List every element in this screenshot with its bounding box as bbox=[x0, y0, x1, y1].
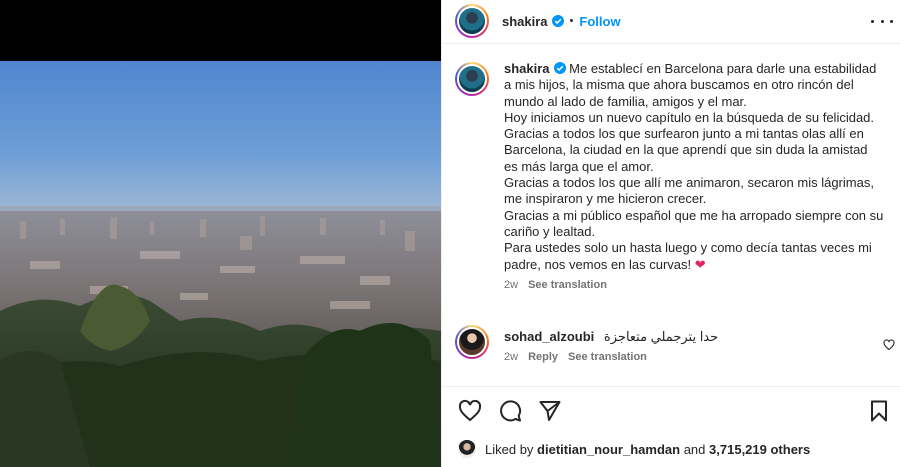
caption-age: 2w bbox=[504, 278, 519, 291]
likes-conjunction: and bbox=[683, 441, 706, 457]
reply-button[interactable]: Reply bbox=[528, 351, 558, 363]
separator-dot: • bbox=[569, 15, 574, 27]
verified-badge-icon bbox=[553, 62, 566, 74]
comment-age: 2w bbox=[504, 351, 519, 363]
comment-icon[interactable] bbox=[498, 399, 522, 423]
barcelona-cityscape-photo bbox=[0, 61, 441, 467]
verified-badge-icon bbox=[551, 15, 564, 27]
comment-text: حدا يترجملي متعاجزة bbox=[603, 329, 719, 344]
post-media[interactable] bbox=[0, 0, 441, 467]
caption-avatar[interactable] bbox=[455, 62, 489, 96]
liker-avatar[interactable] bbox=[458, 440, 476, 458]
post-header: shakira • Follow bbox=[442, 0, 900, 42]
likes-summary: Liked by dietitian_nour_hamdan and 3,715… bbox=[458, 440, 810, 458]
bookmark-icon[interactable] bbox=[867, 399, 891, 423]
action-bar bbox=[442, 396, 900, 426]
post-side-panel: shakira • Follow shakira Me establecí en… bbox=[441, 0, 900, 467]
more-options-icon[interactable] bbox=[871, 12, 893, 30]
likes-prefix: Liked by bbox=[485, 441, 534, 457]
divider bbox=[442, 43, 900, 44]
instagram-post: shakira • Follow shakira Me establecí en… bbox=[0, 0, 900, 467]
caption-text: shakira Me establecí en Barcelona para d… bbox=[504, 61, 884, 273]
caption-block: shakira Me establecí en Barcelona para d… bbox=[455, 61, 895, 291]
share-icon[interactable] bbox=[538, 399, 562, 423]
comment-meta: 2w Reply See translation bbox=[504, 351, 884, 363]
see-translation-link[interactable]: See translation bbox=[528, 279, 607, 291]
comment-like-heart-icon[interactable] bbox=[883, 339, 895, 351]
red-heart-emoji: ❤ bbox=[694, 256, 706, 272]
comment-line: sohad_alzoubi حدا يترجملي متعاجزة bbox=[504, 327, 884, 347]
author-avatar[interactable] bbox=[455, 4, 489, 38]
commenter-username[interactable]: sohad_alzoubi bbox=[504, 329, 594, 344]
caption-meta: 2w See translation bbox=[504, 279, 884, 291]
commenter-avatar[interactable] bbox=[455, 325, 489, 359]
author-username[interactable]: shakira bbox=[502, 14, 548, 29]
comment-see-translation-link[interactable]: See translation bbox=[568, 351, 647, 363]
liker-username[interactable]: dietitian_nour_hamdan bbox=[537, 442, 680, 457]
caption-body: Me establecí en Barcelona para darle una… bbox=[504, 61, 884, 272]
caption-username[interactable]: shakira bbox=[504, 61, 550, 76]
likes-others-count[interactable]: 3,715,219 others bbox=[709, 442, 810, 457]
follow-button[interactable]: Follow bbox=[579, 14, 620, 29]
heart-icon[interactable] bbox=[458, 399, 482, 423]
comment-item: sohad_alzoubi حدا يترجملي متعاجزة 2w Rep… bbox=[455, 325, 895, 363]
divider bbox=[442, 386, 900, 387]
